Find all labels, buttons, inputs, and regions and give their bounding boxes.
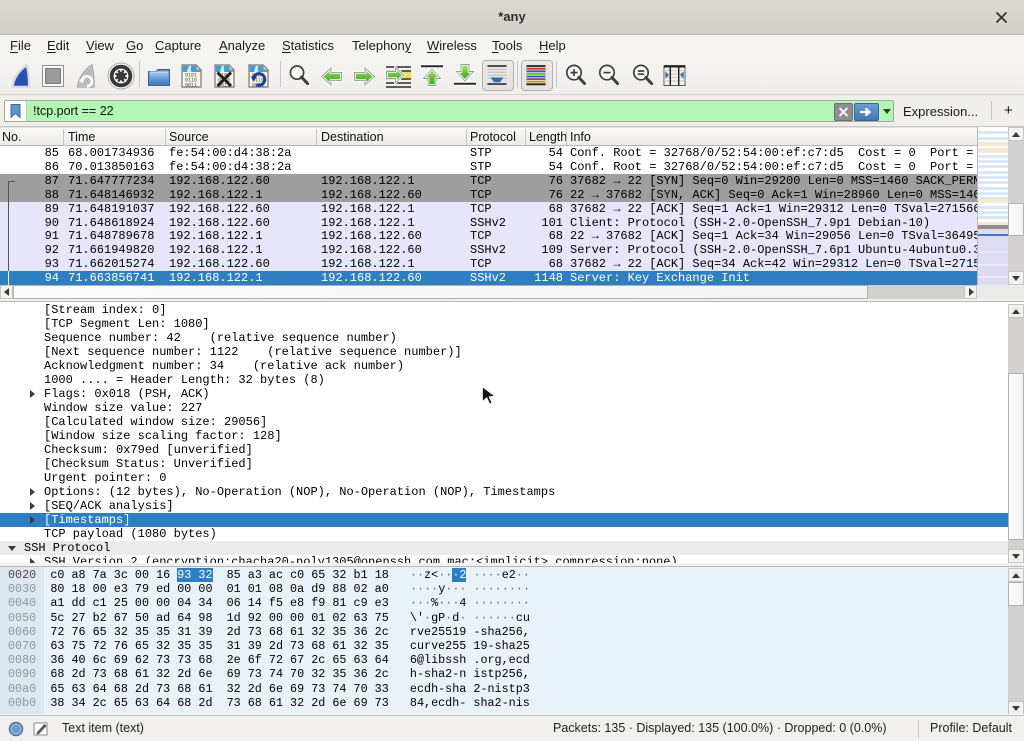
svg-text:0011: 0011 [185,83,197,89]
